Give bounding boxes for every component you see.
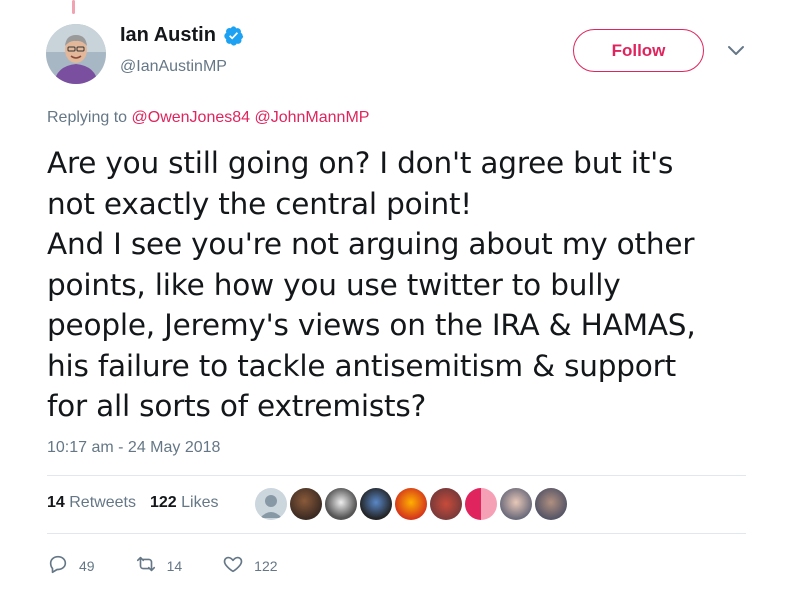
- tweet-text: Are you still going on? I don't agree bu…: [47, 143, 767, 427]
- replying-to: Replying to @OwenJones84 @JohnMannMP: [47, 109, 369, 127]
- thread-connector: [72, 0, 75, 14]
- tweet-text-line: And I see you're not arguing about my ot…: [47, 227, 695, 261]
- mention-link[interactable]: @JohnMannMP: [254, 109, 369, 126]
- likes-count: 122: [149, 494, 177, 511]
- retweets-label: Retweets: [69, 494, 136, 511]
- heart-icon: [222, 553, 244, 578]
- liker-avatar[interactable]: [535, 488, 567, 520]
- author-handle[interactable]: @IanAustinMP: [120, 58, 227, 76]
- avatar[interactable]: [46, 24, 106, 84]
- liker-avatar[interactable]: [465, 488, 497, 520]
- follow-button[interactable]: Follow: [573, 29, 704, 72]
- tweet-text-line: Are you still going on? I don't agree bu…: [47, 146, 674, 180]
- author-name[interactable]: Ian Austin: [120, 24, 216, 47]
- author-name-row: Ian Austin: [120, 24, 244, 47]
- retweet-action[interactable]: 14: [135, 553, 183, 578]
- tweet-stats: 14 Retweets 122 Likes: [47, 494, 218, 512]
- verified-badge-icon: [223, 25, 244, 46]
- retweet-count: 14: [166, 557, 183, 574]
- likes-stat[interactable]: 122 Likes: [150, 494, 219, 512]
- liker-avatar[interactable]: [360, 488, 392, 520]
- liker-avatar[interactable]: [290, 488, 322, 520]
- liker-avatar[interactable]: [255, 488, 287, 520]
- liker-avatars: [255, 488, 567, 520]
- reply-icon: [47, 553, 69, 578]
- like-action[interactable]: 122: [222, 553, 278, 578]
- tweet-text-line: people, Jeremy's views on the IRA & HAMA…: [47, 308, 696, 342]
- divider: [47, 475, 746, 476]
- retweets-stat[interactable]: 14 Retweets: [47, 494, 136, 512]
- reply-action[interactable]: 49: [47, 553, 95, 578]
- mention-link[interactable]: @OwenJones84: [132, 109, 251, 126]
- liker-avatar[interactable]: [395, 488, 427, 520]
- liker-avatar[interactable]: [500, 488, 532, 520]
- replying-to-prefix: Replying to: [47, 109, 128, 126]
- reply-count: 49: [79, 557, 95, 574]
- tweet-text-line: points, like how you use twitter to bull…: [47, 267, 621, 302]
- tweet-text-line: for all sorts of extremists?: [47, 389, 427, 423]
- tweet-text-line: not exactly the central point!: [47, 186, 472, 221]
- tweet-actions: 49 14 122: [47, 553, 318, 578]
- liker-avatar[interactable]: [325, 488, 357, 520]
- divider: [47, 533, 746, 534]
- retweet-icon: [135, 553, 157, 578]
- tweet-timestamp[interactable]: 10:17 am - 24 May 2018: [47, 439, 220, 457]
- chevron-down-icon[interactable]: [727, 44, 745, 58]
- likes-label: Likes: [181, 494, 219, 511]
- like-count: 122: [254, 557, 278, 574]
- liker-avatar[interactable]: [430, 488, 462, 520]
- tweet-text-line: his failure to tackle antisemitism & sup…: [47, 348, 676, 383]
- retweets-count: 14: [47, 494, 65, 511]
